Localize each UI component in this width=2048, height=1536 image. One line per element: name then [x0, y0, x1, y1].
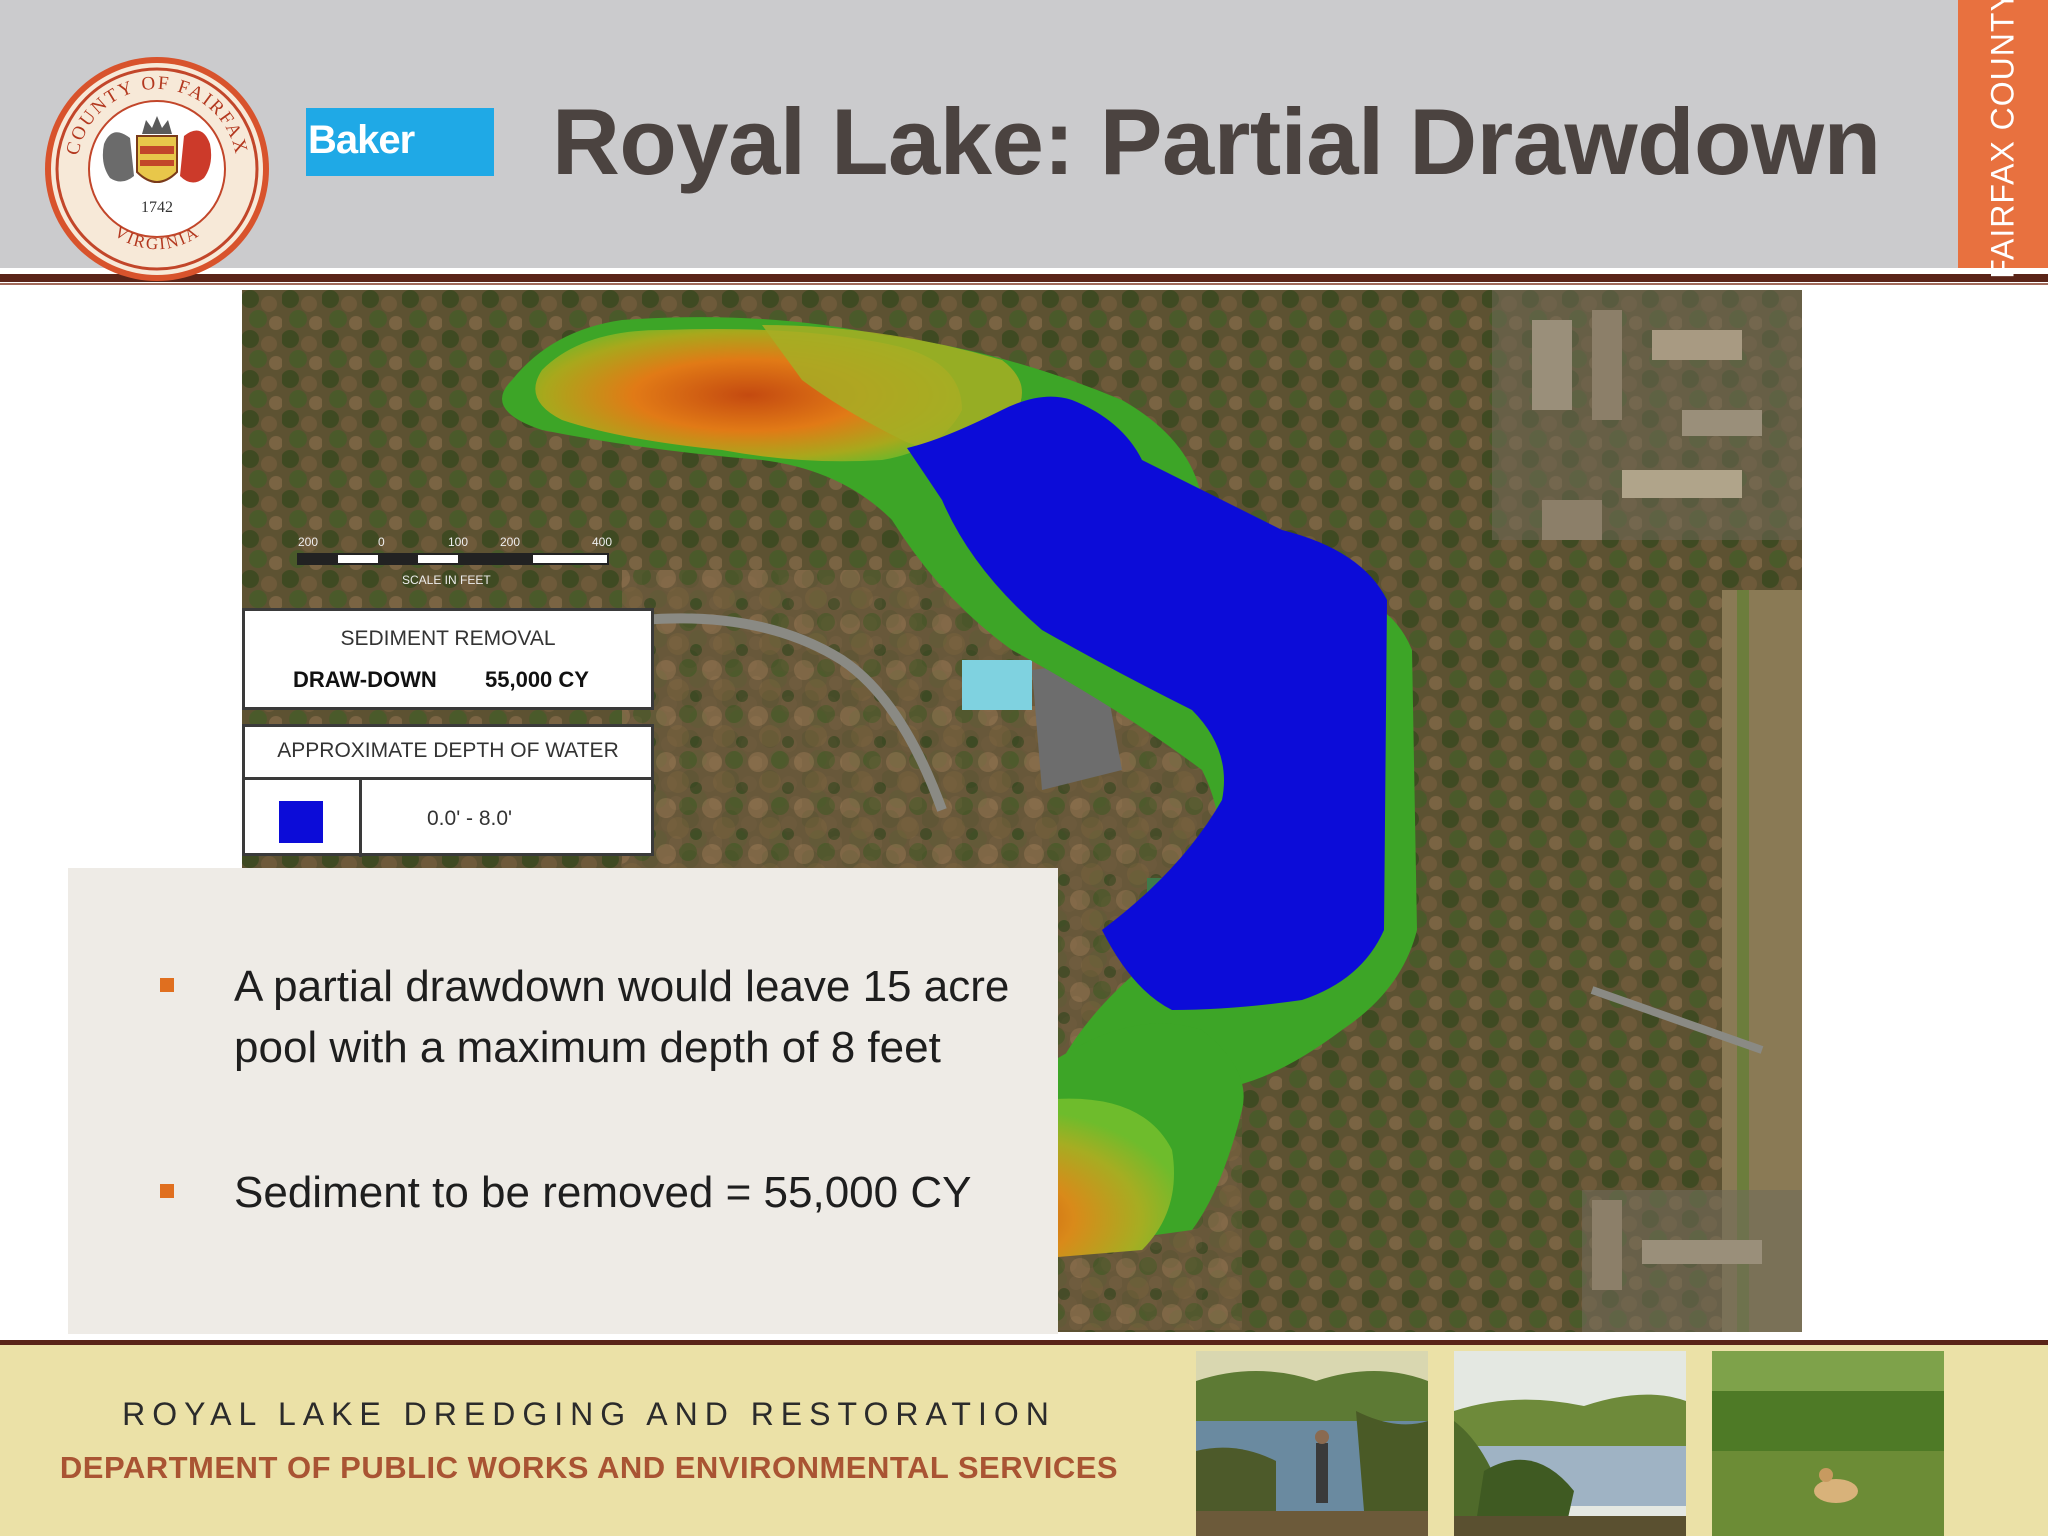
- bullet-text: Sediment to be removed = 55,000 CY: [234, 1168, 972, 1217]
- map-scale-bar: 200 0 100 200 400 SCALE IN FEET: [297, 535, 612, 587]
- scale-label: SCALE IN FEET: [402, 573, 491, 587]
- footer-project-title: ROYAL LAKE DREDGING AND RESTORATION: [122, 1396, 1056, 1432]
- legend-sediment-removal: SEDIMENT REMOVAL DRAW-DOWN 55,000 CY: [242, 608, 654, 710]
- legend-removal-label: DRAW-DOWN: [293, 667, 437, 692]
- header-divider-thin: [0, 283, 2048, 285]
- legend-depth-range: 0.0' - 8.0': [427, 807, 513, 830]
- legend-water-depth: APPROXIMATE DEPTH OF WATER 0.0' - 8.0': [242, 724, 654, 857]
- baker-logo-text: Baker: [308, 118, 415, 162]
- bullet-text: A partial drawdown would leave 15 acre p…: [234, 962, 1010, 1072]
- footer-photo-lake-shore: [1454, 1351, 1686, 1536]
- county-seal-logo: COUNTY OF FAIRFAX VIRGINIA 1742: [45, 57, 269, 281]
- footer-photo-lake-person: [1196, 1351, 1428, 1536]
- side-tab: FAIRFAX COUNTY: [1958, 0, 2048, 279]
- bullet-text-box: A partial drawdown would leave 15 acre p…: [68, 868, 1058, 1334]
- scale-tick: 200: [500, 535, 520, 549]
- scale-tick: 100: [448, 535, 468, 549]
- bullet-marker: [160, 978, 174, 992]
- side-tab-label: FAIRFAX COUNTY: [1984, 0, 2021, 279]
- legend-divider: [245, 777, 651, 780]
- bullet-marker: [160, 1184, 174, 1198]
- scale-tick: 200: [298, 535, 318, 549]
- scale-tick: 0: [378, 535, 385, 549]
- seal-year: 1742: [141, 199, 173, 216]
- footer-photo-wetland-bird: [1712, 1351, 1944, 1536]
- footer-department-name: DEPARTMENT OF PUBLIC WORKS AND ENVIRONME…: [59, 1450, 1119, 1485]
- legend-depth-heading: APPROXIMATE DEPTH OF WATER: [277, 739, 619, 762]
- legend-removal-heading: SEDIMENT REMOVAL: [340, 627, 556, 650]
- slide-title: Royal Lake: Partial Drawdown: [552, 89, 1881, 194]
- legend-removal-value: 55,000 CY: [485, 667, 589, 692]
- scale-tick: 400: [592, 535, 612, 549]
- baker-logo: Baker: [306, 108, 494, 176]
- legend-depth-swatch: [279, 801, 323, 843]
- legend-column-divider: [359, 777, 362, 857]
- header-divider: [0, 274, 2048, 282]
